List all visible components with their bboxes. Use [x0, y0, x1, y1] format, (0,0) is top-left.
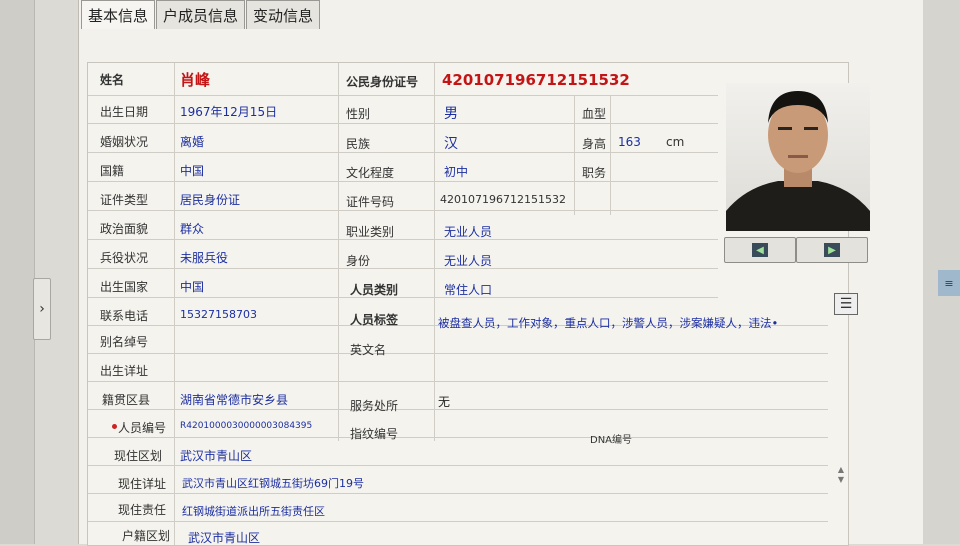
ethnicity-label: 民族: [346, 137, 371, 151]
name-value: 肖峰: [180, 71, 211, 89]
marital-value: 离婚: [180, 135, 205, 149]
doc-number-label: 证件号码: [346, 195, 395, 209]
gender-label: 性别: [346, 107, 371, 121]
alias-label: 别名绰号: [100, 335, 149, 349]
service-value: 无: [438, 395, 451, 409]
birth-country-value: 中国: [180, 280, 205, 294]
nationality-label: 国籍: [100, 164, 125, 178]
current-address-label: 现住详址: [118, 477, 167, 491]
ethnicity-value: 汉: [444, 136, 458, 152]
native-place-value: 湖南省常德市安乡县: [180, 393, 289, 407]
person-info-window: 基本信息 户成员信息 变动信息 姓名 肖峰 公民身份证号 42010719671…: [78, 0, 923, 546]
position-label: 职务: [582, 166, 607, 180]
birth-date-label: 出生日期: [100, 105, 149, 119]
household-district-value: 武汉市青山区: [188, 531, 261, 545]
current-district-label: 现住区划: [114, 449, 163, 463]
occupation-value: 无业人员: [444, 225, 493, 239]
tab-basic-info[interactable]: 基本信息: [81, 0, 156, 29]
person-no-value: R4201000030000003084395: [180, 421, 313, 431]
person-tags-value: 被盘查人员，工作对象，重点人口，涉警人员，涉案嫌疑人，违法•: [438, 316, 779, 330]
expand-sidebar-toggle[interactable]: ›: [33, 278, 51, 340]
birth-date-value: 1967年12月15日: [180, 105, 278, 119]
person-no-label: 人员编号: [118, 421, 167, 435]
education-value: 初中: [444, 165, 469, 179]
nationality-value: 中国: [180, 164, 205, 178]
list-menu-icon[interactable]: ☰: [834, 293, 858, 315]
height-unit: cm: [666, 135, 685, 149]
name-label: 姓名: [100, 73, 125, 87]
military-value: 未服兵役: [180, 251, 229, 265]
english-name-label: 英文名: [350, 343, 387, 357]
native-place-label: 籍贯区县: [102, 393, 151, 407]
screen-bezel-left: [0, 0, 35, 544]
required-marker: [112, 424, 117, 429]
blood-type-label: 血型: [582, 107, 607, 121]
id-number-label: 公民身份证号: [346, 75, 419, 89]
tab-household-members[interactable]: 户成员信息: [156, 0, 246, 29]
phone-value: 15327158703: [180, 308, 257, 321]
current-district-value: 武汉市青山区: [180, 449, 253, 463]
military-label: 兵役状况: [100, 251, 149, 265]
basic-info-panel: 姓名 肖峰 公民身份证号 420107196712151532 出生日期 196…: [87, 62, 870, 546]
identity-value: 无业人员: [444, 254, 493, 268]
tab-change-info[interactable]: 变动信息: [246, 0, 321, 29]
household-district-label: 户籍区划: [122, 529, 171, 543]
marital-label: 婚姻状况: [100, 135, 149, 149]
adjacent-panel-edge: ≡: [938, 270, 960, 296]
tab-strip: 基本信息 户成员信息 变动信息: [81, 0, 321, 30]
birth-detail-label: 出生详址: [100, 364, 149, 378]
photo-prev-button[interactable]: ◀: [724, 237, 796, 263]
arrow-right-icon: ▶: [824, 243, 840, 257]
identity-label: 身份: [346, 254, 371, 268]
height-value: 163: [618, 135, 641, 149]
fingerprint-label: 指纹编号: [350, 427, 399, 441]
phone-label: 联系电话: [100, 309, 149, 323]
arrow-left-icon: ◀: [752, 243, 768, 257]
person-category-value: 常住人口: [444, 283, 493, 297]
current-address-value: 武汉市青山区红钢城五街坊69门19号: [182, 477, 364, 490]
id-number-value: 420107196712151532: [442, 71, 630, 89]
service-label: 服务处所: [350, 399, 399, 413]
height-label: 身高: [582, 137, 607, 151]
chevron-right-icon: ›: [39, 301, 45, 317]
birth-country-label: 出生国家: [100, 280, 149, 294]
person-tags-label: 人员标签: [350, 313, 399, 327]
political-label: 政治面貌: [100, 222, 149, 236]
photo-next-button[interactable]: ▶: [796, 237, 868, 263]
doc-number-value: 420107196712151532: [440, 193, 566, 206]
doc-type-label: 证件类型: [100, 193, 149, 207]
doc-type-value: 居民身份证: [180, 193, 241, 207]
person-photo: [726, 83, 870, 231]
person-category-label: 人员类别: [350, 283, 399, 297]
current-duty-label: 现住责任: [118, 503, 167, 517]
occupation-label: 职业类别: [346, 225, 395, 239]
political-value: 群众: [180, 222, 205, 236]
dna-label: DNA编号: [590, 435, 633, 446]
education-label: 文化程度: [346, 166, 395, 180]
scroll-arrows[interactable]: ▲ ▼: [836, 465, 846, 495]
current-duty-value: 红钢城街道派出所五街责任区: [182, 505, 325, 518]
gender-value: 男: [444, 106, 458, 122]
